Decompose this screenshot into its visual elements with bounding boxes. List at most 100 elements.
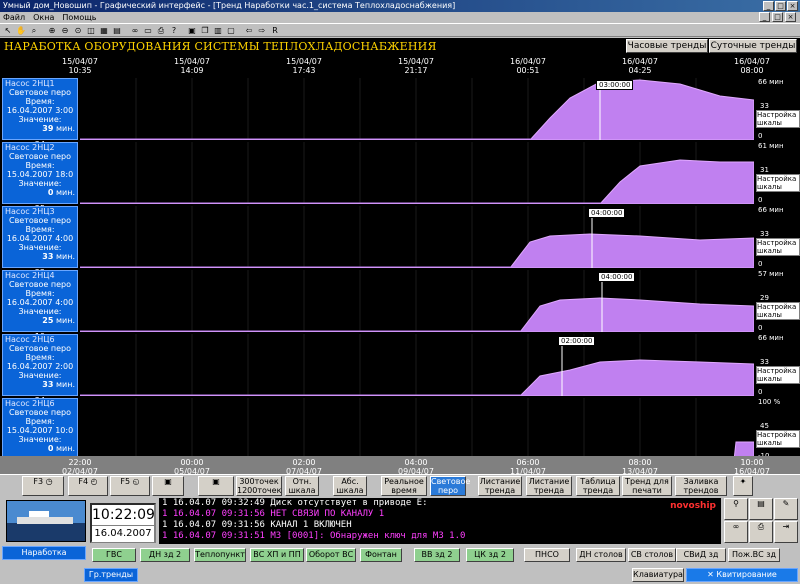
system-button[interactable]: Пож.ВС зд [728,548,780,562]
doc-icon: ▤ [757,499,765,508]
scale-panel: 66 мин 33 Настройка шкалы 0 [756,206,800,268]
reset-button[interactable]: R [269,25,281,36]
zoom-fit-icon[interactable]: ⊙ [72,25,84,36]
scale-settings-button[interactable]: Настройка шкалы [756,302,800,320]
trend-plot[interactable]: 04:00:00 [80,206,754,268]
f5-button[interactable]: F5 ◵ [110,476,150,496]
tool-b-button[interactable]: ▤ [749,498,773,520]
system-button[interactable]: СВиД зд [676,548,726,562]
narabotka-button[interactable]: Наработка [2,546,86,560]
tool-c-button[interactable]: ✎ [774,498,798,520]
pin-icon: ⚲ [733,499,739,508]
zoom-in-icon[interactable]: ⊕ [46,25,58,36]
relative-scale-button[interactable]: Отн. шкала [285,476,319,496]
trend-plot[interactable]: 03:00:00 [80,78,754,140]
minimize-button[interactable]: _ [763,1,774,11]
light-pen-button[interactable]: Световое перо [430,476,470,496]
cursor-time-label: 04:00:00 [598,272,636,282]
print-trend-button[interactable]: Тренд для печати [622,476,672,496]
scale-settings-button[interactable]: Настройка шкалы [756,430,800,448]
layers-icon[interactable]: ▤ [111,25,123,36]
pen-info-box: Насос 2НЦ6 Световое перо Время: 16.04.20… [2,334,78,396]
magnifier-icon[interactable]: ⌕ [28,25,40,36]
system-button[interactable]: Теплопункт [194,548,246,562]
scale-settings-button[interactable]: Настройка шкалы [756,110,800,128]
doc-close-button[interactable]: × [785,12,796,22]
trends-button[interactable]: Гр.тренды [84,568,138,582]
scale-settings-button[interactable]: Настройка шкалы [756,366,800,384]
trend-panel: Насос 2НЦ6 Световое перо Время: 16.04.20… [0,334,800,405]
menu-windows[interactable]: Окна [33,12,54,23]
pointer-icon[interactable]: ↖ [2,25,14,36]
time-tick: 16/04/07 00:51 [510,57,546,75]
trend-table-button[interactable]: Таблица тренда [576,476,620,496]
system-button[interactable]: ВВ зд 2 [414,548,460,562]
back-icon[interactable]: ⇦ [243,25,255,36]
trend-plot[interactable] [80,398,754,460]
tab-hourly-trends[interactable]: Часовые тренды [626,39,708,53]
time-axis-top: 15/04/07 10:35 15/04/07 14:09 15/04/07 17:4… [0,54,800,78]
monitor-icon[interactable]: ▢ [225,25,237,36]
binoculars-icon[interactable]: ∞ [129,25,141,36]
tool-f-button[interactable]: ⇥ [774,521,798,543]
tool-d-button[interactable]: ∞ [724,521,748,543]
page-title: НАРАБОТКА ОБОРУДОВАНИЯ СИСТЕМЫ ТЕПЛОХЛАД… [4,40,437,53]
menu-help[interactable]: Помощь [62,12,96,23]
hand-icon[interactable]: ✋ [15,25,27,36]
trend-plot[interactable] [80,142,754,204]
doc-maximize-button[interactable]: □ [772,12,783,22]
keyboard-button[interactable]: Клавиатура [632,568,684,582]
trend-plot[interactable]: 04:00:00 [80,270,754,332]
scale-mid: 33 [760,102,769,110]
system-button[interactable]: ДН зд 2 [140,548,190,562]
hint-button[interactable]: ✦ [733,476,753,496]
event-log[interactable]: 1 16.04.07 09:32:49 Диск отсутствует в п… [159,498,721,544]
trend-plot[interactable]: 02:00:00 [80,334,754,396]
absolute-scale-button[interactable]: Абс. шкала [333,476,367,496]
scroll-trend-forward-button[interactable]: Листание тренда [526,476,572,496]
f3-button[interactable]: F3 ◷ [22,476,64,496]
close-button[interactable]: × [787,1,798,11]
scale-settings-button[interactable]: Настройка шкалы [756,174,800,192]
trend-controls: F3 ◷ F4 ◴ F5 ◵ ▣ ▣ 300точек 1200точек От… [0,474,800,496]
clock-time: 10:22:09 [92,507,155,523]
tool-a-button[interactable]: ⚲ [724,498,748,520]
points-button[interactable]: 300точек 1200точек [236,476,282,496]
scale-settings-button[interactable]: Настройка шкалы [756,238,800,256]
realtime-button[interactable]: Реальное время [381,476,427,496]
window-icon[interactable]: ▣ [186,25,198,36]
system-button[interactable]: ВС ХП и ПП [250,548,304,562]
scale-mid: 31 [760,166,769,174]
tile-icon[interactable]: ▥ [212,25,224,36]
print-icon[interactable]: ⎙ [155,25,167,36]
system-button[interactable]: СВ столов [628,548,676,562]
system-button[interactable]: ЦК зд 2 [466,548,514,562]
help-icon[interactable]: ? [168,25,180,36]
acknowledge-button[interactable]: ✕ Квитирование [686,568,798,582]
forward-icon[interactable]: ⇨ [256,25,268,36]
zoom-window-icon[interactable]: ◫ [85,25,97,36]
chart-view-button[interactable]: ▣ [152,476,184,496]
menu-file[interactable]: Файл [3,12,25,23]
doc-minimize-button[interactable]: _ [759,12,770,22]
page-icon[interactable]: ▭ [142,25,154,36]
screen-icon: ▣ [164,477,172,486]
maximize-button[interactable]: □ [775,1,786,11]
trend-panel: Насос 2НЦ1 Световое перо Время: 16.04.20… [0,78,800,149]
grid-icon[interactable]: ▦ [98,25,110,36]
tool-e-button[interactable]: ⎙ [749,521,773,543]
f4-button[interactable]: F4 ◴ [68,476,108,496]
cascade-icon[interactable]: ❐ [199,25,211,36]
zoom-out-icon[interactable]: ⊖ [59,25,71,36]
system-button[interactable]: Оборот ВС [306,548,356,562]
scroll-trend-back-button[interactable]: Листание тренда [478,476,522,496]
value-label: Значение: [18,115,62,124]
scale-panel: 66 мин 33 Настройка шкалы 0 [756,334,800,396]
system-button[interactable]: ПНСО [524,548,570,562]
system-button[interactable]: ДН столов [576,548,626,562]
fill-trends-button[interactable]: Заливка трендов [675,476,727,496]
system-button[interactable]: Фонтан [360,548,402,562]
chart-view2-button[interactable]: ▣ [198,476,234,496]
tab-daily-trends[interactable]: Суточные тренды [709,39,797,53]
system-button[interactable]: ГВС [92,548,136,562]
